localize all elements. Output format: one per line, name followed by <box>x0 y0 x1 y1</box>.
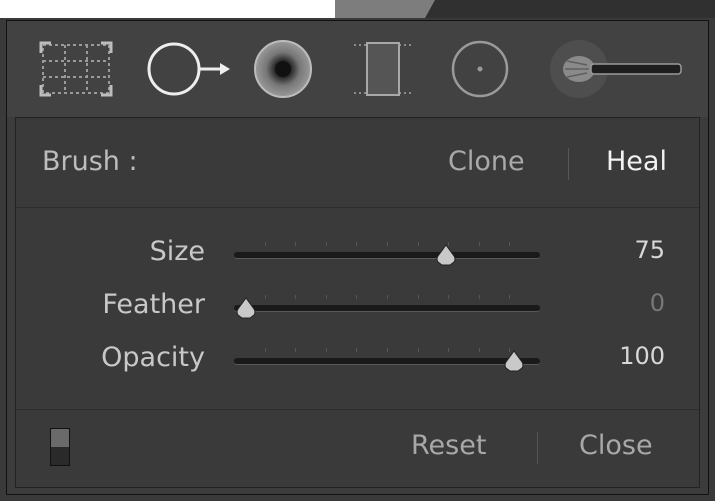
opacity-value: 100 <box>619 342 665 370</box>
size-slider-thumb[interactable] <box>434 244 458 266</box>
panel-toggle-switch[interactable] <box>50 428 70 466</box>
radial-filter-icon[interactable] <box>447 39 513 99</box>
panel-footer: Reset Close <box>16 410 699 488</box>
opacity-slider-track[interactable] <box>234 358 540 365</box>
opacity-label: Opacity <box>101 342 205 373</box>
spot-removal-panel: Brush : Clone Heal Size 75 Feather 0 Opacity… <box>6 20 709 495</box>
opacity-slider-row: Opacity 100 <box>16 334 699 382</box>
size-label: Size <box>149 236 205 267</box>
opacity-slider-thumb[interactable] <box>502 350 526 372</box>
brush-mode-clone[interactable]: Clone <box>448 146 525 177</box>
top-strip <box>0 0 715 18</box>
tool-options-drawer: Brush : Clone Heal Size 75 Feather 0 Opacity… <box>15 117 700 488</box>
size-value: 75 <box>634 236 665 264</box>
feather-slider-thumb[interactable] <box>234 297 258 319</box>
opacity-ticks <box>234 348 540 354</box>
reset-button[interactable]: Reset <box>411 430 486 461</box>
feather-label: Feather <box>102 289 205 320</box>
adjustment-brush-icon[interactable] <box>545 39 685 99</box>
divider <box>16 207 699 208</box>
graduated-filter-icon[interactable] <box>350 39 416 99</box>
feather-slider-track[interactable] <box>234 305 540 312</box>
crop-overlay-icon[interactable] <box>39 39 113 99</box>
spot-removal-icon[interactable] <box>144 39 236 99</box>
feather-ticks <box>234 295 540 301</box>
feather-slider-row: Feather 0 <box>16 281 699 329</box>
tool-strip <box>7 21 708 117</box>
size-ticks <box>234 242 540 248</box>
red-eye-correction-icon[interactable] <box>250 39 316 99</box>
footer-divider <box>537 432 538 464</box>
close-button[interactable]: Close <box>579 430 653 461</box>
feather-value: 0 <box>649 289 665 317</box>
brush-label: Brush : <box>42 146 138 177</box>
size-slider-row: Size 75 <box>16 228 699 276</box>
brush-mode-divider <box>568 148 569 180</box>
top-strip-tab <box>335 0 435 18</box>
top-strip-light <box>0 0 335 18</box>
brush-mode-row: Brush : Clone Heal <box>16 118 699 207</box>
size-slider-track[interactable] <box>234 252 540 259</box>
brush-mode-heal[interactable]: Heal <box>606 146 667 177</box>
